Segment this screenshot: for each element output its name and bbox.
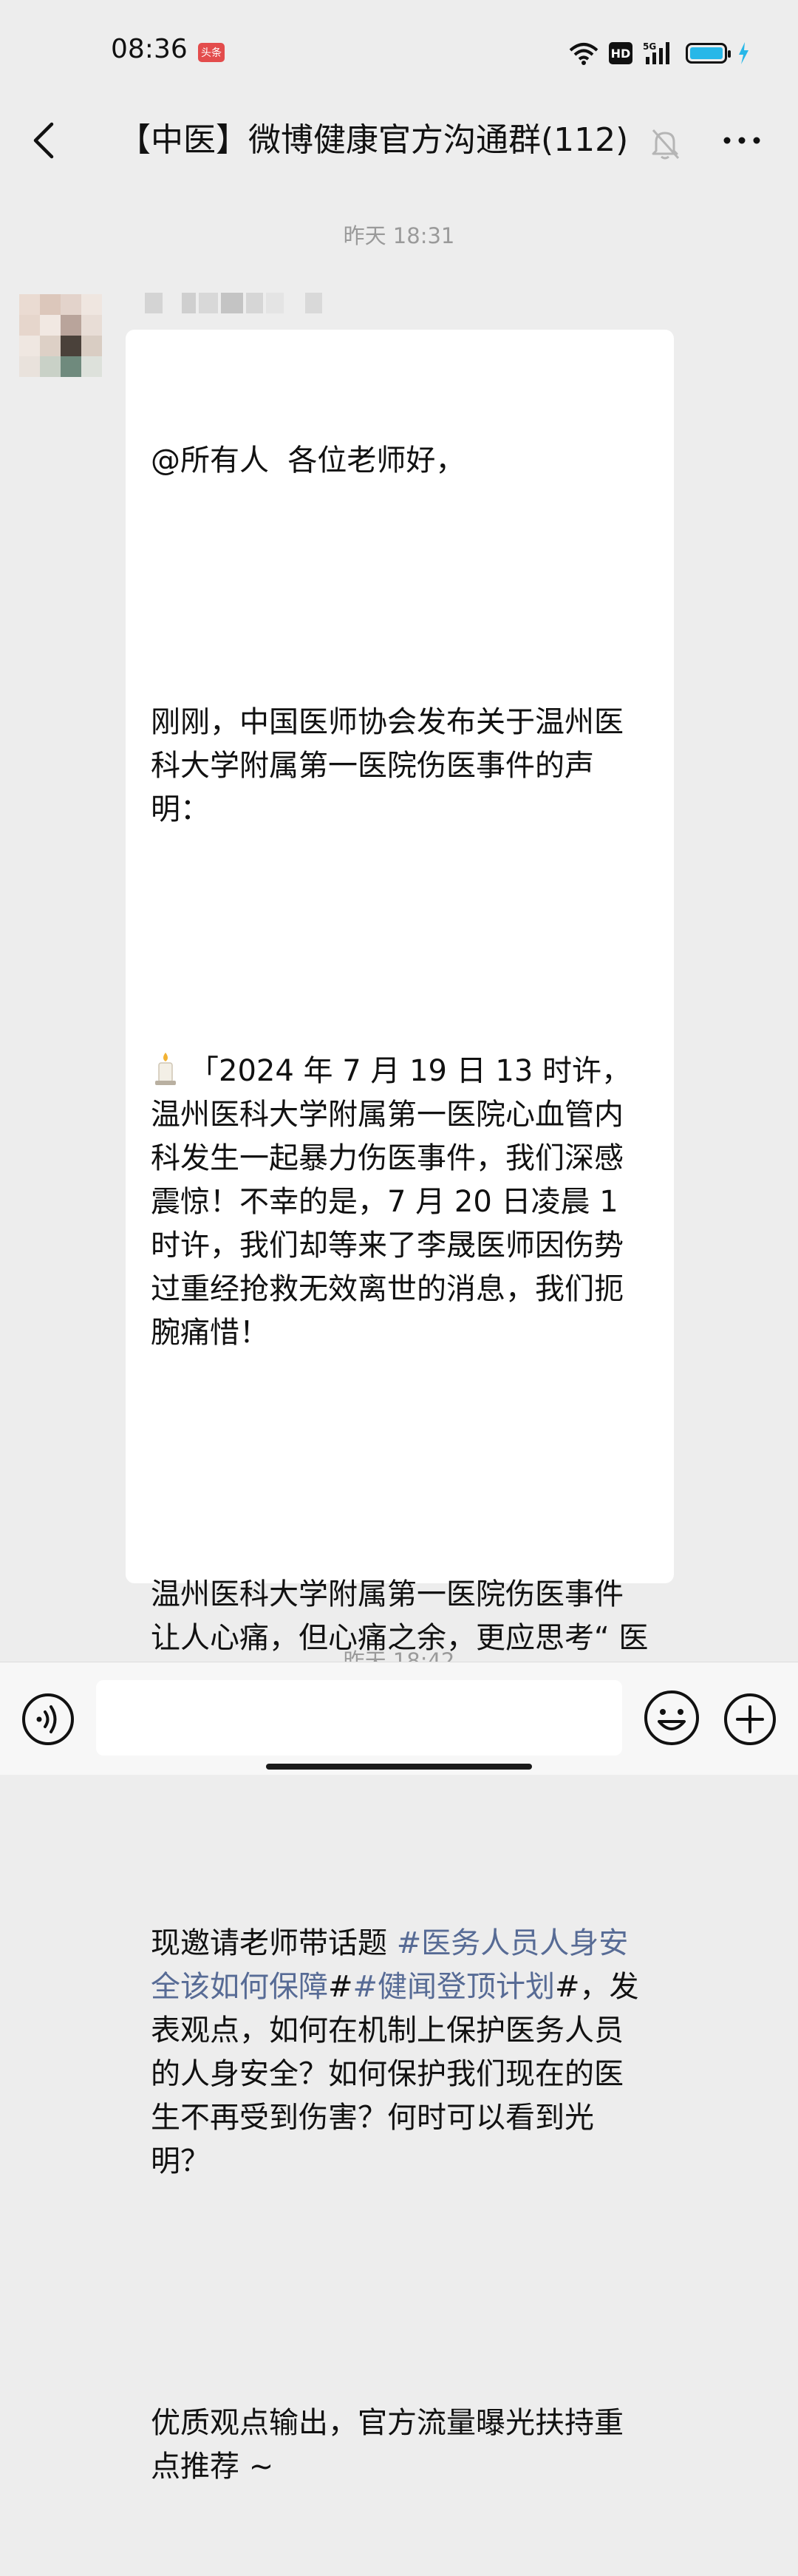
back-arrow-icon[interactable]: [27, 120, 64, 161]
message-line: 优质观点输出，官方流量曝光扶持重点推荐 ~: [151, 2406, 624, 2484]
message-input[interactable]: [96, 1680, 622, 1756]
message-bubble[interactable]: @所有人 各位老师好， 刚刚，中国医师协会发布关于温州医科大学附属第一医院伤医事…: [126, 330, 674, 2484]
hashtag-separator: #: [328, 1970, 353, 2004]
hashtag-link[interactable]: #健闻登顶计划: [353, 1970, 556, 2004]
message-line: 「2024 年 7 月 19 日 13 时许，温州医科大学附属第一医院心血管内科…: [151, 1050, 649, 1355]
message-line: @所有人 各位老师好，: [151, 444, 466, 478]
more-dots-icon[interactable]: [721, 126, 763, 155]
battery-fill: [690, 47, 723, 59]
sender-avatar[interactable]: [19, 294, 102, 377]
hd-badge: HD: [609, 42, 632, 64]
message-timestamp: 昨天 18:31: [343, 223, 455, 248]
sender-name-redacted: [145, 291, 322, 315]
news-app-badge: 头条: [198, 43, 225, 62]
chat-input-bar: [0, 1662, 798, 1775]
candle-icon: [155, 1053, 176, 1085]
network-label: 5G: [643, 41, 656, 52]
invite-prefix: 现邀请老师带话题: [151, 1926, 397, 1960]
charging-icon: [739, 42, 748, 64]
home-indicator[interactable]: [266, 1764, 532, 1770]
mute-bell-icon: [652, 129, 680, 160]
message-line: 现邀请老师带话题 #医务人员人身安全该如何保障##健闻登顶计划#，发表观点，如何…: [151, 1922, 649, 2184]
chat-title: 【中医】微博健康官方沟通群(112): [118, 121, 629, 159]
status-time: 08:36: [111, 34, 188, 64]
message-text: @所有人 各位老师好， 刚刚，中国医师协会发布关于温州医科大学附属第一医院伤医事…: [151, 352, 649, 2576]
plus-icon[interactable]: [723, 1692, 777, 1747]
wifi-icon: [569, 43, 598, 65]
status-bar: 08:36 头条 HD 5G: [0, 0, 798, 103]
chat-title-bar: 【中医】微博健康官方沟通群(112): [0, 103, 798, 177]
battery-icon: [686, 43, 731, 64]
signal-icon: 5G: [643, 41, 669, 64]
statement-text: 「2024 年 7 月 19 日 13 时许，温州医科大学附属第一医院心血管内科…: [151, 1054, 632, 1350]
message-line: 刚刚，中国医师协会发布关于温州医科大学附属第一医院伤医事件的声明：: [151, 705, 624, 826]
voice-icon[interactable]: [21, 1692, 75, 1747]
status-icons: HD 5G: [569, 38, 749, 68]
emoji-icon[interactable]: [643, 1689, 700, 1747]
